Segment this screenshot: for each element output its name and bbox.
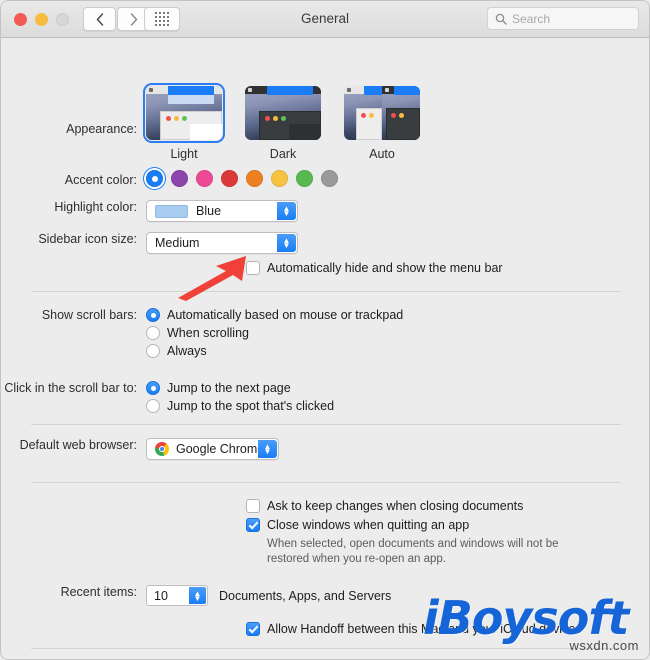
accent-swatch-yellow[interactable]: [271, 170, 288, 187]
highlight-color-chip: [155, 204, 188, 218]
recent-items-label: Recent items:: [60, 585, 137, 599]
scroll-bars-option-auto[interactable]: Automatically based on mouse or trackpad: [146, 308, 403, 322]
appearance-row: Appearance: Light Dark Auto: [1, 83, 649, 161]
accent-swatch-graphite[interactable]: [321, 170, 338, 187]
auto-hide-menu-bar-row[interactable]: Automatically hide and show the menu bar: [246, 261, 503, 275]
handoff-label: Allow Handoff between this Mac and your …: [267, 622, 582, 636]
default-web-browser-row: Default web browser: Google Chrome ▲ ▼: [1, 438, 649, 460]
appearance-option-light[interactable]: Light: [143, 83, 225, 161]
highlight-color-row: Highlight color: Blue ▲ ▼: [1, 200, 649, 222]
documents-note: When selected, open documents and window…: [267, 538, 559, 565]
system-preferences-window: General Appearance:: [0, 0, 650, 660]
search-input[interactable]: [512, 11, 630, 26]
scroll-bars-radio-always[interactable]: [146, 344, 160, 358]
recent-items-stepper[interactable]: 10 ▲ ▼: [146, 585, 208, 606]
chrome-icon: [155, 442, 169, 456]
search-field[interactable]: [487, 7, 639, 30]
scroll-bars-option-always[interactable]: Always: [146, 344, 403, 358]
click-scroll-option-next-page[interactable]: Jump to the next page: [146, 381, 334, 395]
sidebar-icon-size-popup[interactable]: Medium ▲ ▼: [146, 232, 298, 254]
annotation-arrow-icon: [178, 256, 246, 301]
window-titlebar: General: [1, 1, 649, 38]
ask-keep-changes-row[interactable]: Ask to keep changes when closing documen…: [246, 499, 597, 513]
accent-swatch-blue[interactable]: [146, 170, 163, 187]
default-web-browser-popup[interactable]: Google Chrome ▲ ▼: [146, 438, 279, 460]
scroll-bars-radio-auto[interactable]: [146, 308, 160, 322]
appearance-thumbnail-dark[interactable]: [245, 86, 321, 140]
section-divider-1: [31, 291, 621, 292]
sidebar-icon-size-label: Sidebar icon size:: [38, 232, 137, 246]
section-divider-3: [31, 482, 621, 483]
appearance-label: Appearance:: [66, 122, 137, 136]
scroll-bars-label-always: Always: [167, 344, 207, 358]
handoff-row[interactable]: Allow Handoff between this Mac and your …: [246, 622, 582, 636]
stepper-updown-icon[interactable]: ▲ ▼: [189, 587, 206, 604]
scroll-bars-label-when-scrolling: When scrolling: [167, 326, 249, 340]
ask-keep-changes-label: Ask to keep changes when closing documen…: [267, 499, 524, 513]
click-scroll-radio-next-page[interactable]: [146, 381, 160, 395]
click-scroll-label-next-page: Jump to the next page: [167, 381, 291, 395]
sidebar-icon-size-value: Medium: [155, 236, 200, 250]
section-divider-2: [31, 424, 621, 425]
recent-items-suffix: Documents, Apps, and Servers: [219, 588, 392, 603]
documents-options-group: Ask to keep changes when closing documen…: [246, 499, 597, 567]
chevron-updown-icon[interactable]: ▲ ▼: [277, 234, 296, 252]
accent-swatch-purple[interactable]: [171, 170, 188, 187]
appearance-thumbnail-light[interactable]: [143, 83, 225, 143]
close-windows-label: Close windows when quitting an app: [267, 518, 470, 532]
highlight-color-label: Highlight color:: [54, 200, 137, 214]
click-scroll-bar-label: Click in the scroll bar to:: [4, 381, 137, 395]
search-icon: [495, 13, 507, 25]
scroll-bars-radio-when-scrolling[interactable]: [146, 326, 160, 340]
highlight-color-value: Blue: [196, 204, 222, 218]
appearance-thumbnail-auto[interactable]: [344, 86, 420, 140]
highlight-color-popup[interactable]: Blue ▲ ▼: [146, 200, 298, 222]
appearance-option-dark[interactable]: Dark: [245, 86, 321, 161]
accent-color-swatches: [146, 170, 338, 187]
close-windows-checkbox[interactable]: [246, 518, 260, 532]
auto-hide-menu-bar-checkbox[interactable]: [246, 261, 260, 275]
ask-keep-changes-checkbox[interactable]: [246, 499, 260, 513]
show-scroll-bars-row: Show scroll bars: Automatically based on…: [1, 308, 649, 362]
section-divider-4: [31, 648, 621, 649]
scroll-bars-label-auto: Automatically based on mouse or trackpad: [167, 308, 404, 322]
appearance-options: Light Dark Auto: [143, 83, 420, 161]
close-windows-row[interactable]: Close windows when quitting an app: [246, 518, 597, 532]
recent-items-value: 10: [154, 588, 168, 603]
accent-swatch-red[interactable]: [221, 170, 238, 187]
appearance-option-auto[interactable]: Auto: [344, 86, 420, 161]
scroll-bars-option-when-scrolling[interactable]: When scrolling: [146, 326, 403, 340]
accent-color-row: Accent color:: [1, 170, 649, 187]
appearance-label-dark: Dark: [269, 147, 297, 161]
accent-swatch-pink[interactable]: [196, 170, 213, 187]
accent-color-label: Accent color:: [64, 173, 137, 187]
default-web-browser-label: Default web browser:: [19, 438, 137, 452]
appearance-label-auto: Auto: [369, 147, 395, 161]
show-scroll-bars-options: Automatically based on mouse or trackpad…: [146, 308, 403, 362]
click-scroll-bar-row: Click in the scroll bar to: Jump to the …: [1, 381, 649, 417]
default-web-browser-value: Google Chrome: [176, 442, 265, 456]
handoff-checkbox[interactable]: [246, 622, 260, 636]
click-scroll-bar-options: Jump to the next page Jump to the spot t…: [146, 381, 334, 417]
chevron-updown-icon[interactable]: ▲ ▼: [277, 202, 296, 220]
sidebar-icon-size-row: Sidebar icon size: Medium ▲ ▼: [1, 232, 649, 254]
preferences-content: Appearance: Light Dark Auto Accent color…: [1, 38, 649, 659]
auto-hide-menu-bar-label: Automatically hide and show the menu bar: [267, 261, 503, 275]
accent-swatch-orange[interactable]: [246, 170, 263, 187]
accent-swatch-green[interactable]: [296, 170, 313, 187]
click-scroll-radio-spot-clicked[interactable]: [146, 399, 160, 413]
appearance-label-light: Light: [170, 147, 198, 161]
click-scroll-option-spot-clicked[interactable]: Jump to the spot that's clicked: [146, 399, 334, 413]
recent-items-row: Recent items: 10 ▲ ▼ Documents, Apps, and…: [1, 585, 649, 606]
click-scroll-label-spot-clicked: Jump to the spot that's clicked: [167, 399, 335, 413]
recent-items-control: 10 ▲ ▼ Documents, Apps, and Servers: [146, 585, 391, 606]
show-scroll-bars-label: Show scroll bars:: [41, 308, 137, 322]
chevron-updown-icon[interactable]: ▲ ▼: [258, 440, 277, 458]
